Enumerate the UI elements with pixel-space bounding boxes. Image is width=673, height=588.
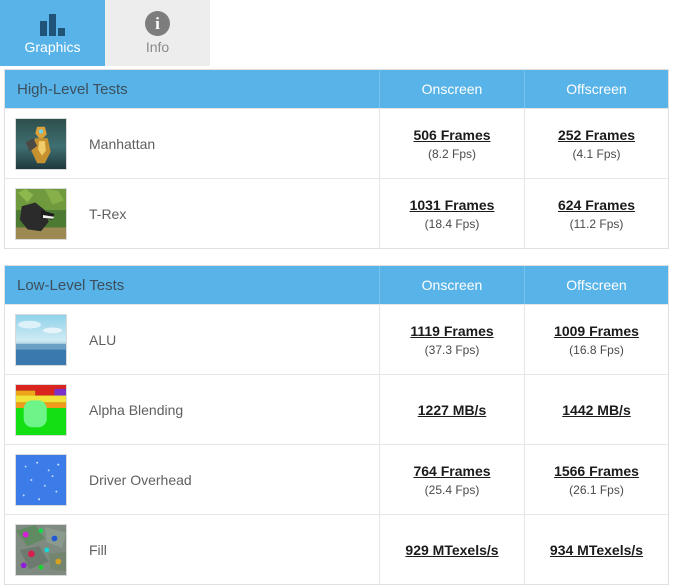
tab-info[interactable]: i Info <box>105 0 210 66</box>
fill-thumbnail <box>15 523 67 576</box>
offscreen-value[interactable]: 1566 Frames <box>554 463 639 479</box>
onscreen-value[interactable]: 1119 Frames <box>410 323 493 339</box>
offscreen-subvalue: (11.2 Fps) <box>569 216 624 231</box>
manhattan-thumbnail <box>15 117 67 170</box>
tab-bar: Graphics i Info <box>0 0 673 68</box>
alu-thumbnail <box>15 313 67 366</box>
bar-chart-icon <box>39 12 66 36</box>
onscreen-result-cell: 764 Frames (25.4 Fps) <box>379 445 524 514</box>
test-name-label: Fill <box>89 541 107 558</box>
trex-thumbnail-image <box>16 188 66 239</box>
offscreen-result-cell: 1442 MB/s <box>524 375 668 444</box>
onscreen-value[interactable]: 506 Frames <box>413 127 490 143</box>
alpha-blending-thumbnail-image <box>16 384 66 435</box>
test-name-cell: Driver Overhead <box>5 445 379 514</box>
onscreen-result-cell: 506 Frames (8.2 Fps) <box>379 109 524 178</box>
offscreen-result-cell: 1566 Frames (26.1 Fps) <box>524 445 668 514</box>
driver-overhead-thumbnail-image <box>16 454 66 505</box>
column-header-offscreen: Offscreen <box>524 70 668 108</box>
test-name-cell: ALU <box>5 305 379 374</box>
onscreen-result-cell: 929 MTexels/s <box>379 515 524 584</box>
alpha-blending-thumbnail <box>15 383 67 436</box>
onscreen-value[interactable]: 764 Frames <box>413 463 490 479</box>
test-name-label: ALU <box>89 331 117 348</box>
test-name-label: Driver Overhead <box>89 471 192 488</box>
onscreen-value[interactable]: 929 MTexels/s <box>405 542 498 558</box>
tab-graphics[interactable]: Graphics <box>0 0 105 66</box>
onscreen-subvalue: (8.2 Fps) <box>427 146 476 161</box>
offscreen-value[interactable]: 624 Frames <box>558 197 635 213</box>
table-row: Fill 929 MTexels/s 934 MTexels/s <box>5 514 668 584</box>
column-header-onscreen: Onscreen <box>379 70 524 108</box>
table-row: Manhattan 506 Frames (8.2 Fps) 252 Frame… <box>5 108 668 178</box>
offscreen-result-cell: 934 MTexels/s <box>524 515 668 584</box>
offscreen-subvalue: (4.1 Fps) <box>572 146 621 161</box>
test-name-cell: T-Rex <box>5 179 379 248</box>
trex-thumbnail <box>15 187 67 240</box>
table-row: Alpha Blending 1227 MB/s 1442 MB/s <box>5 374 668 444</box>
high-level-tests-title: High-Level Tests <box>17 80 128 98</box>
offscreen-value[interactable]: 252 Frames <box>558 127 635 143</box>
onscreen-subvalue: (25.4 Fps) <box>424 482 480 497</box>
onscreen-result-cell: 1227 MB/s <box>379 375 524 444</box>
test-name-label: Alpha Blending <box>89 401 184 418</box>
onscreen-value[interactable]: 1227 MB/s <box>418 402 486 418</box>
driver-overhead-thumbnail <box>15 453 67 506</box>
offscreen-value[interactable]: 1442 MB/s <box>562 402 630 418</box>
test-name-label: T-Rex <box>89 205 127 222</box>
high-level-tests-table: High-Level Tests Onscreen Offscreen Manh… <box>4 69 669 249</box>
table-row: Driver Overhead 764 Frames (25.4 Fps) 15… <box>5 444 668 514</box>
alu-thumbnail-image <box>16 314 66 365</box>
offscreen-result-cell: 252 Frames (4.1 Fps) <box>524 109 668 178</box>
tab-info-label: Info <box>145 39 170 55</box>
offscreen-value[interactable]: 1009 Frames <box>554 323 639 339</box>
onscreen-subvalue: (18.4 Fps) <box>424 216 480 231</box>
offscreen-subvalue: (16.8 Fps) <box>569 342 624 357</box>
low-level-tests-title: Low-Level Tests <box>17 276 125 294</box>
manhattan-thumbnail-image <box>16 118 66 169</box>
low-level-tests-header: Low-Level Tests Onscreen Offscreen <box>5 266 668 304</box>
tab-graphics-label: Graphics <box>24 38 81 55</box>
test-name-cell: Fill <box>5 515 379 584</box>
offscreen-result-cell: 1009 Frames (16.8 Fps) <box>524 305 668 374</box>
test-name-cell: Alpha Blending <box>5 375 379 444</box>
column-header-offscreen: Offscreen <box>524 266 668 304</box>
onscreen-result-cell: 1031 Frames (18.4 Fps) <box>379 179 524 248</box>
high-level-tests-header: High-Level Tests Onscreen Offscreen <box>5 70 668 108</box>
offscreen-subvalue: (26.1 Fps) <box>569 482 624 497</box>
fill-thumbnail-image <box>16 524 66 575</box>
low-level-tests-table: Low-Level Tests Onscreen Offscreen ALU 1… <box>4 265 669 585</box>
offscreen-result-cell: 624 Frames (11.2 Fps) <box>524 179 668 248</box>
table-row: T-Rex 1031 Frames (18.4 Fps) 624 Frames … <box>5 178 668 248</box>
test-name-label: Manhattan <box>89 135 156 152</box>
onscreen-value[interactable]: 1031 Frames <box>410 197 495 213</box>
table-row: ALU 1119 Frames (37.3 Fps) 1009 Frames (… <box>5 304 668 374</box>
onscreen-subvalue: (37.3 Fps) <box>424 342 480 357</box>
info-circle-icon: i <box>145 11 170 36</box>
test-name-cell: Manhattan <box>5 109 379 178</box>
column-header-onscreen: Onscreen <box>379 266 524 304</box>
onscreen-result-cell: 1119 Frames (37.3 Fps) <box>379 305 524 374</box>
offscreen-value[interactable]: 934 MTexels/s <box>550 542 643 558</box>
